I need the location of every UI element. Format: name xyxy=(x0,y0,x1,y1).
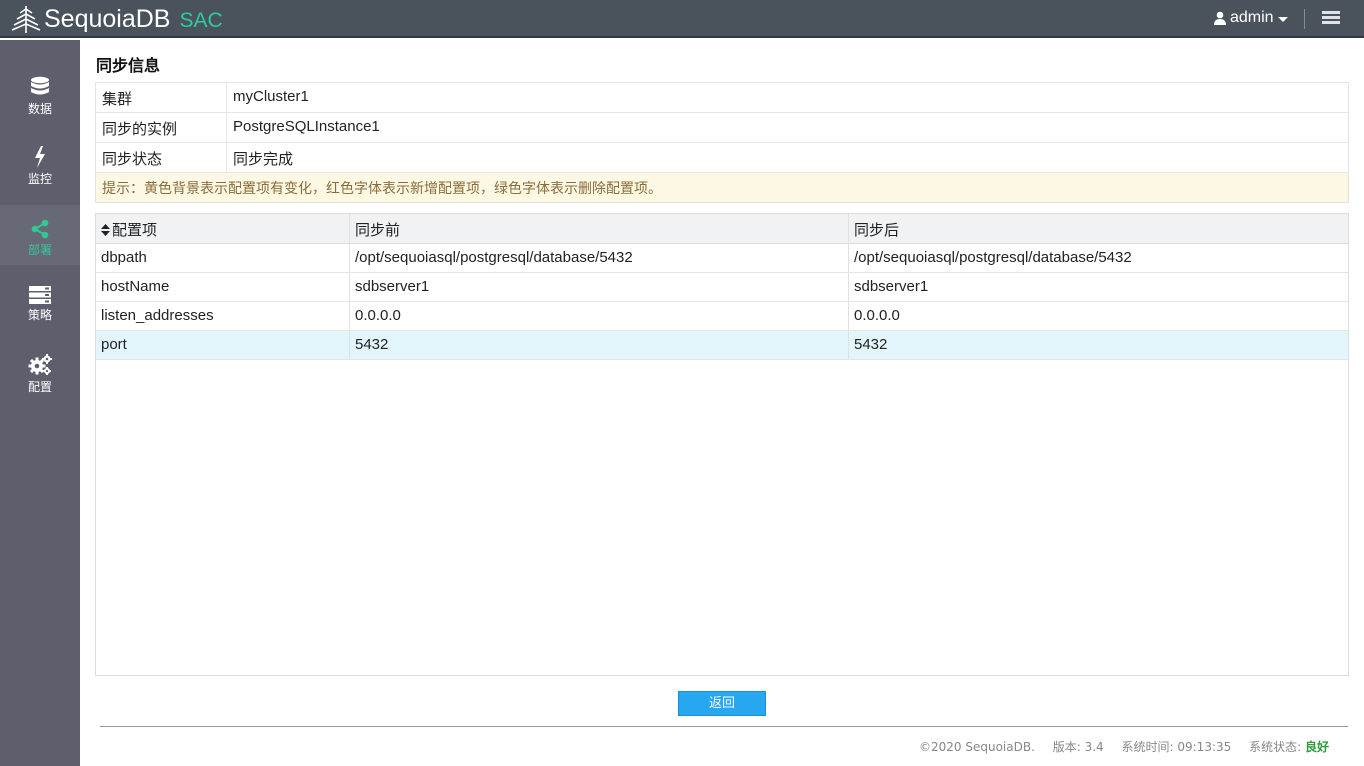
config-diff-grid: 配置项 同步前 同步后 dbpath /opt/sequoiasql/postg… xyxy=(95,213,1349,676)
product-name: SAC xyxy=(179,9,223,32)
cell-before: 0.0.0.0 xyxy=(350,302,849,330)
sidebar-item-config[interactable]: 配置 xyxy=(0,354,80,414)
page-title: 同步信息 xyxy=(96,56,161,75)
sync-info-table: 集群 myCluster1 同步的实例 PostgreSQLInstance1 … xyxy=(95,82,1349,203)
sidebar-item-monitor[interactable]: 监控 xyxy=(0,146,80,206)
cell-before: 5432 xyxy=(350,331,849,359)
status-label: 系统状态: xyxy=(1249,740,1302,754)
system-time: 系统时间: 09:13:35 xyxy=(1121,740,1232,754)
cell-config-item: listen_addresses xyxy=(96,302,350,330)
status-badge: 良好 xyxy=(1304,740,1329,754)
divider xyxy=(1304,9,1305,29)
table-row-hovered[interactable]: port 5432 5432 xyxy=(96,331,1348,360)
sort-icon xyxy=(101,224,110,236)
cell-config-item: dbpath xyxy=(96,244,350,272)
column-header-before[interactable]: 同步前 xyxy=(350,214,849,243)
info-key: 同步的实例 xyxy=(96,113,227,142)
cell-after: 5432 xyxy=(854,336,888,353)
info-value: myCluster1 xyxy=(233,88,309,105)
chevron-down-icon xyxy=(1277,16,1288,22)
cell-after: 0.0.0.0 xyxy=(854,307,900,324)
footer: ©2020 SequoiaDB. 版本: 3.4 系统时间: 09:13:35 … xyxy=(0,738,1329,755)
back-button[interactable]: 返回 xyxy=(678,691,766,716)
sidebar-item-deploy[interactable]: 部署 xyxy=(0,205,80,265)
menu-toggle-icon[interactable] xyxy=(1322,11,1340,25)
table-row[interactable]: hostName sdbserver1 sdbserver1 xyxy=(96,273,1348,302)
server-rack-icon xyxy=(29,286,51,304)
copyright: ©2020 SequoiaDB. xyxy=(919,740,1035,754)
footer-divider xyxy=(100,726,1348,727)
cell-before: /opt/sequoiasql/postgresql/database/5432 xyxy=(350,244,849,272)
table-row[interactable]: dbpath /opt/sequoiasql/postgresql/databa… xyxy=(96,244,1348,273)
lightning-icon xyxy=(35,146,45,168)
cell-after: sdbserver1 xyxy=(854,278,929,295)
column-header-config-item[interactable]: 配置项 xyxy=(96,214,350,243)
info-key: 集群 xyxy=(96,83,227,112)
user-icon xyxy=(1214,11,1226,25)
user-menu[interactable]: admin xyxy=(1214,9,1288,27)
cell-config-item: port xyxy=(96,331,350,359)
sidebar-item-data[interactable]: 数据 xyxy=(0,76,80,136)
logo[interactable]: SequoiaDB SAC xyxy=(10,4,223,34)
gears-icon xyxy=(28,354,52,375)
share-icon xyxy=(31,219,49,239)
sidebar: 数据 监控 部署 策略 配置 xyxy=(0,40,80,766)
top-bar: SequoiaDB SAC admin xyxy=(0,0,1364,38)
header-label: 配置项 xyxy=(112,221,158,239)
system-status: 系统状态: 良好 xyxy=(1249,740,1329,754)
brand-name: SequoiaDB xyxy=(44,4,171,33)
info-key: 同步状态 xyxy=(96,143,227,172)
sidebar-item-label: 监控 xyxy=(27,172,52,186)
sequoia-tree-icon xyxy=(11,6,41,33)
grid-header: 配置项 同步前 同步后 xyxy=(96,214,1348,244)
info-value: PostgreSQLInstance1 xyxy=(233,118,380,135)
cell-before: sdbserver1 xyxy=(350,273,849,301)
sidebar-item-label: 配置 xyxy=(27,380,52,394)
sidebar-item-label: 部署 xyxy=(27,243,52,257)
cell-config-item: hostName xyxy=(96,273,350,301)
username: admin xyxy=(1230,9,1274,26)
cell-after: /opt/sequoiasql/postgresql/database/5432 xyxy=(854,249,1132,266)
version: 版本: 3.4 xyxy=(1052,740,1104,754)
sidebar-item-policy[interactable]: 策略 xyxy=(0,286,80,346)
info-row-cluster: 集群 myCluster1 xyxy=(96,83,1348,113)
hint-message: 提示：黄色背景表示配置项有变化，红色字体表示新增配置项，绿色字体表示删除配置项。 xyxy=(96,173,1348,202)
column-header-after[interactable]: 同步后 xyxy=(849,214,1348,243)
info-row-instance: 同步的实例 PostgreSQLInstance1 xyxy=(96,113,1348,143)
sidebar-item-label: 数据 xyxy=(27,102,52,116)
info-row-status: 同步状态 同步完成 xyxy=(96,143,1348,173)
info-value: 同步完成 xyxy=(233,151,294,168)
table-row[interactable]: listen_addresses 0.0.0.0 0.0.0.0 xyxy=(96,302,1348,331)
database-icon xyxy=(31,76,49,95)
sidebar-item-label: 策略 xyxy=(27,308,52,322)
